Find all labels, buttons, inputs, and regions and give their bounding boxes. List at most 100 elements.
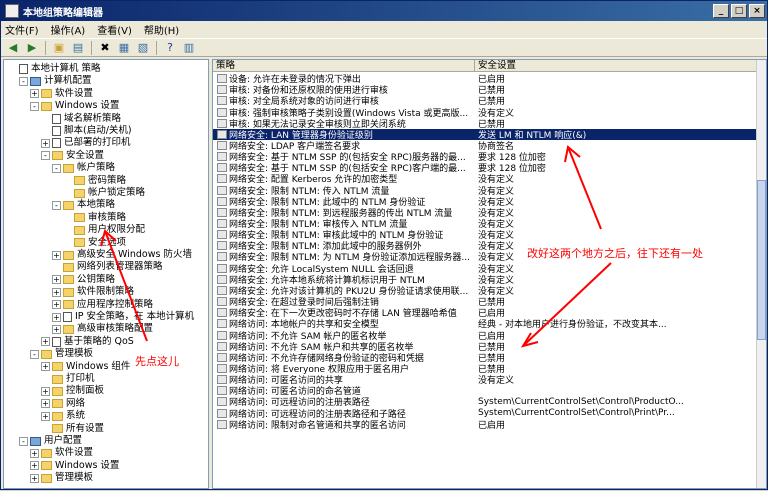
expand-toggle-icon[interactable]: +	[41, 337, 50, 347]
expand-toggle-icon[interactable]: -	[30, 101, 39, 111]
tree-node[interactable]: 安全选项	[63, 237, 126, 249]
tree-node[interactable]: + 网络	[41, 398, 85, 410]
expand-toggle-icon[interactable]: +	[30, 461, 39, 471]
tree-node[interactable]: - 本地策略	[52, 199, 115, 211]
tree-node-label: 基于策略的 QoS	[64, 335, 134, 347]
tree-node[interactable]: + Windows 组件	[41, 361, 130, 373]
expand-toggle-icon[interactable]: +	[41, 411, 50, 421]
menu-help[interactable]: 帮助(H)	[144, 22, 179, 37]
tree-node[interactable]: + 控制面板	[41, 385, 104, 397]
view-icon[interactable]: ▥	[181, 41, 197, 55]
export-list-icon[interactable]: ▧	[135, 41, 151, 55]
tree-node[interactable]: + 管理模板	[30, 472, 93, 484]
tree-node-label: 已部署的打印机	[64, 137, 131, 149]
tree-node[interactable]: - Windows 设置	[30, 100, 119, 112]
expand-toggle-icon[interactable]: +	[52, 250, 61, 260]
minimize-button[interactable]: _	[713, 4, 729, 18]
expand-toggle-icon[interactable]: +	[52, 300, 61, 310]
expand-toggle-icon[interactable]: +	[41, 138, 50, 148]
menu-view[interactable]: 查看(V)	[97, 22, 132, 37]
menu-file[interactable]: 文件(F)	[5, 22, 39, 37]
forward-arrow-icon[interactable]: ▶	[24, 41, 40, 55]
tree-node[interactable]: 脚本(启动/关机)	[41, 125, 132, 137]
tree-node[interactable]: - 计算机配置	[19, 75, 92, 87]
help-icon[interactable]: ?	[162, 41, 178, 55]
window-title: 本地组策略编辑器	[23, 7, 103, 19]
tree-node[interactable]: + 软件设置	[30, 88, 93, 100]
tree-node-label: 公钥策略	[77, 273, 116, 285]
expand-toggle-icon[interactable]: +	[30, 89, 39, 99]
tree-node-label: 网络列表管理器策略	[77, 261, 163, 273]
expand-toggle-icon[interactable]: +	[52, 287, 61, 297]
column-header-setting[interactable]: 安全设置	[475, 60, 757, 71]
tree-node[interactable]: + 公钥策略	[52, 274, 115, 286]
tree-node[interactable]: + 高级安全 Windows 防火墙	[52, 249, 192, 261]
computer-icon	[30, 76, 41, 86]
tree-node-label: 密码策略	[88, 174, 127, 186]
tree-node[interactable]: 审核策略	[63, 212, 126, 224]
tree-node-label: 用户权限分配	[88, 224, 146, 236]
tree-node[interactable]: 用户权限分配	[63, 224, 145, 236]
tree-node[interactable]: + 已部署的打印机	[41, 137, 131, 149]
folder-icon	[52, 374, 63, 384]
expand-toggle-icon[interactable]: +	[52, 312, 61, 322]
tree-node-label: 脚本(启动/关机)	[64, 125, 132, 136]
up-folder-icon[interactable]: ▣	[51, 41, 67, 55]
properties-icon[interactable]: ▦	[116, 41, 132, 55]
menu-action[interactable]: 操作(A)	[51, 22, 86, 37]
computer-icon	[30, 436, 41, 446]
tree-node[interactable]: 本地计算机 策略	[8, 63, 101, 75]
expand-toggle-icon[interactable]: +	[30, 448, 39, 458]
tree-node[interactable]: 域名解析策略	[41, 113, 121, 125]
expand-toggle-icon[interactable]: -	[30, 349, 39, 359]
tree-node[interactable]: + 系统	[41, 410, 85, 422]
tree-node[interactable]: - 用户配置	[19, 435, 82, 447]
tree-node[interactable]: 所有设置	[41, 423, 104, 435]
tree-node[interactable]: 网络列表管理器策略	[52, 261, 163, 273]
expand-toggle-icon[interactable]: -	[19, 76, 28, 86]
folder-icon	[52, 424, 63, 434]
folder-icon	[63, 200, 74, 210]
expand-toggle-icon[interactable]: -	[52, 200, 61, 210]
tree-node[interactable]: + Windows 设置	[30, 460, 119, 472]
tree-node-label: 安全选项	[88, 236, 127, 248]
scroll-thumb[interactable]	[757, 180, 766, 340]
back-arrow-icon[interactable]: ◀	[5, 41, 21, 55]
expand-toggle-icon[interactable]: -	[19, 436, 28, 446]
column-header-policy[interactable]: 策略	[213, 60, 475, 71]
show-tree-icon[interactable]: ▤	[70, 41, 86, 55]
tree-node[interactable]: + 软件设置	[30, 447, 93, 459]
tree-node[interactable]: - 帐户策略	[52, 162, 115, 174]
tree-node[interactable]: - 管理模板	[30, 348, 93, 360]
expand-toggle-icon[interactable]: +	[41, 362, 50, 372]
folder-icon	[63, 250, 74, 260]
document-icon	[52, 126, 61, 136]
close-button[interactable]: ×	[749, 4, 765, 18]
expand-toggle-icon[interactable]: +	[41, 386, 50, 396]
tree-node[interactable]: + 基于策略的 QoS	[41, 336, 134, 348]
delete-icon[interactable]: ✖	[97, 41, 113, 55]
folder-icon	[63, 287, 74, 297]
tree-node[interactable]: 打印机	[41, 373, 95, 385]
tree-node[interactable]: 密码策略	[63, 175, 126, 187]
tree-node[interactable]: + 软件限制策略	[52, 286, 134, 298]
expand-toggle-icon[interactable]: +	[41, 399, 50, 409]
title-bar[interactable]: 本地组策略编辑器 _ □ ×	[1, 1, 767, 21]
tree-node-label: Windows 设置	[55, 100, 120, 112]
vertical-scrollbar[interactable]	[756, 60, 766, 488]
folder-icon	[74, 188, 85, 198]
tree-node[interactable]: - 安全设置	[41, 150, 104, 162]
tree-node-label: Windows 设置	[55, 459, 120, 471]
tree-node[interactable]: 帐户锁定策略	[63, 187, 145, 199]
expand-toggle-icon[interactable]: +	[52, 275, 61, 285]
table-row[interactable]: 网络访问: 限制对命名管道和共享的匿名访问 已启用	[213, 419, 757, 431]
tree-node-label: 本地计算机 策略	[31, 63, 101, 74]
expand-toggle-icon[interactable]: +	[52, 324, 61, 334]
maximize-button[interactable]: □	[731, 4, 747, 18]
expand-toggle-icon[interactable]: +	[30, 473, 39, 483]
expand-toggle-icon[interactable]: -	[41, 151, 50, 161]
tree-node[interactable]: + 应用程序控制策略	[52, 299, 153, 311]
tree-node[interactable]: + IP 安全策略，在 本地计算机	[52, 311, 194, 323]
tree-node[interactable]: + 高级审核策略配置	[52, 323, 153, 335]
expand-toggle-icon[interactable]: -	[52, 163, 61, 173]
